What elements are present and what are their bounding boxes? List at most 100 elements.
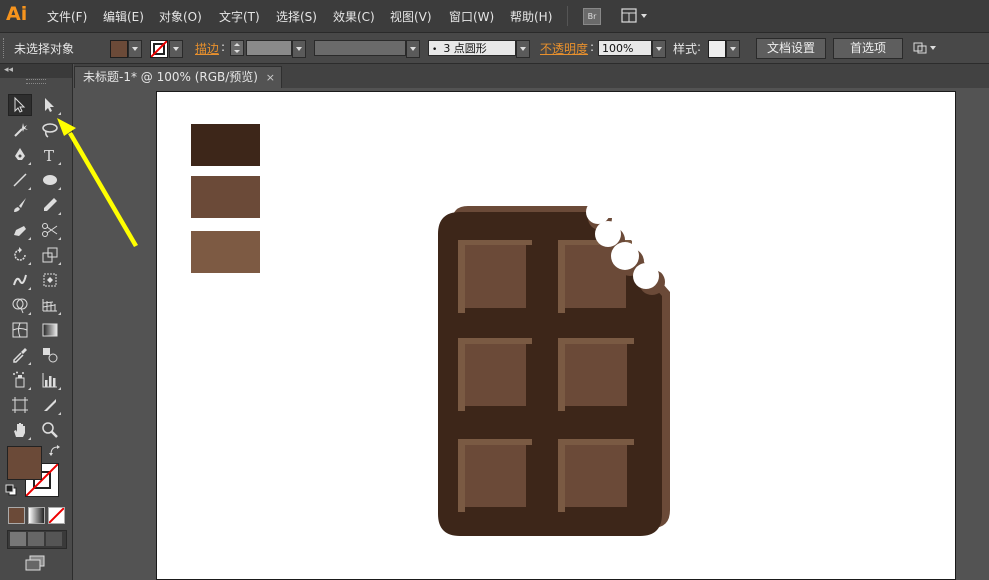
- workspace-icon: [621, 8, 647, 23]
- stroke-weight-dropdown[interactable]: [292, 40, 306, 58]
- blend-icon: [43, 348, 58, 363]
- perspective-grid-tool[interactable]: [38, 294, 62, 316]
- eyedropper-tool[interactable]: [8, 344, 32, 366]
- menu-object[interactable]: 对象(O): [159, 8, 202, 25]
- rotate-icon: [14, 247, 26, 261]
- document-setup-button[interactable]: 文档设置: [756, 38, 826, 59]
- menu-window[interactable]: 窗口(W): [449, 8, 494, 25]
- collapse-icon[interactable]: ◂◂: [4, 65, 13, 75]
- artboard[interactable]: [156, 91, 956, 580]
- menu-edit[interactable]: 编辑(E): [103, 8, 144, 25]
- tools-grip[interactable]: [26, 79, 46, 84]
- mesh-tool[interactable]: [8, 319, 32, 341]
- menu-file[interactable]: 文件(F): [47, 8, 87, 25]
- opacity-field[interactable]: 100%: [598, 40, 652, 56]
- swap-fill-stroke-button[interactable]: [48, 444, 62, 458]
- lasso-tool[interactable]: [38, 119, 62, 141]
- menu-bar: Ai 文件(F) 编辑(E) 对象(O) 文字(T) 选择(S) 效果(C) 视…: [0, 0, 989, 33]
- type-tool[interactable]: T: [38, 144, 62, 166]
- pencil-tool[interactable]: [38, 194, 62, 216]
- document-tab-strip: 未标题-1* @ 100% (RGB/预览) ×: [74, 64, 989, 88]
- column-graph-tool[interactable]: [38, 369, 62, 391]
- draw-behind-button[interactable]: [28, 532, 44, 546]
- profile-dropdown[interactable]: [406, 40, 420, 58]
- warp-icon: [13, 274, 27, 286]
- selection-tool[interactable]: [8, 94, 32, 116]
- slice-tool[interactable]: [38, 394, 62, 416]
- bridge-button[interactable]: Br: [583, 8, 601, 25]
- style-label: 样式: [673, 42, 698, 56]
- preferences-button[interactable]: 首选项: [833, 38, 903, 59]
- panel-grip[interactable]: [3, 38, 7, 58]
- brush-dropdown[interactable]: [516, 40, 530, 58]
- arrange-documents-button[interactable]: [911, 40, 943, 56]
- zoom-tool[interactable]: [38, 419, 62, 441]
- magic-wand-tool[interactable]: [8, 119, 32, 141]
- document-tab[interactable]: 未标题-1* @ 100% (RGB/预览) ×: [74, 66, 282, 88]
- brush-definition[interactable]: • 3 点圆形: [428, 40, 516, 56]
- default-colors-icon: [5, 484, 17, 496]
- tools-panel: ◂◂ T: [0, 64, 73, 580]
- menu-effect[interactable]: 效果(C): [333, 8, 375, 25]
- brush-dot-icon: •: [432, 45, 438, 55]
- opacity-dropdown[interactable]: [652, 40, 666, 58]
- blob-brush-tool[interactable]: [8, 219, 32, 241]
- fill-swatch[interactable]: [110, 40, 128, 58]
- scissors-icon: [42, 223, 58, 237]
- draw-normal-button[interactable]: [10, 532, 26, 546]
- opacity-label[interactable]: 不透明度: [540, 40, 588, 57]
- scale-tool[interactable]: [38, 244, 62, 266]
- hand-tool[interactable]: [8, 419, 32, 441]
- shape-builder-tool[interactable]: [8, 294, 32, 316]
- stroke-label[interactable]: 描边: [195, 40, 219, 57]
- paintbrush-tool[interactable]: [8, 194, 32, 216]
- menu-divider: [567, 6, 568, 26]
- pen-tool[interactable]: [8, 144, 32, 166]
- stroke-dropdown[interactable]: [169, 40, 183, 58]
- gradient-mode-button[interactable]: [28, 507, 45, 524]
- default-colors-button[interactable]: [5, 484, 17, 496]
- gradient-tool[interactable]: [38, 319, 62, 341]
- screen-mode-button[interactable]: [24, 554, 46, 572]
- fill-color-box[interactable]: [7, 446, 42, 480]
- app-logo: Ai: [6, 3, 28, 25]
- stroke-swatch[interactable]: [150, 40, 168, 58]
- menu-select[interactable]: 选择(S): [276, 8, 317, 25]
- slice-icon: [44, 399, 56, 411]
- magic-wand-icon: [14, 123, 28, 137]
- workspace-switcher-button[interactable]: [621, 7, 651, 25]
- gradient-icon: [42, 323, 58, 337]
- menu-type[interactable]: 文字(T): [219, 8, 260, 25]
- variable-width-profile[interactable]: [314, 40, 406, 56]
- symbol-sprayer-tool[interactable]: [8, 369, 32, 391]
- menu-help[interactable]: 帮助(H): [510, 8, 552, 25]
- style-swatch[interactable]: [708, 40, 726, 58]
- type-icon: T: [44, 147, 54, 164]
- screen-mode-icon: [25, 555, 45, 571]
- free-transform-tool[interactable]: [38, 269, 62, 291]
- none-mode-button[interactable]: [48, 507, 65, 524]
- direct-selection-arrow-icon: [45, 98, 54, 112]
- direct-selection-tool[interactable]: [38, 94, 62, 116]
- tools-panel-header: ◂◂: [0, 64, 72, 78]
- draw-inside-button[interactable]: [46, 532, 62, 546]
- pen-icon: [15, 148, 25, 160]
- fill-dropdown[interactable]: [128, 40, 142, 58]
- selection-arrow-icon: [14, 96, 26, 113]
- style-dropdown[interactable]: [726, 40, 740, 58]
- warp-tool[interactable]: [8, 269, 32, 291]
- menu-view[interactable]: 视图(V): [390, 8, 432, 25]
- stroke-weight-stepper[interactable]: [230, 40, 244, 56]
- close-tab-button[interactable]: ×: [266, 67, 275, 88]
- ellipse-tool[interactable]: [38, 169, 62, 191]
- rotate-tool[interactable]: [8, 244, 32, 266]
- line-segment-tool[interactable]: [8, 169, 32, 191]
- scissors-tool[interactable]: [38, 219, 62, 241]
- drawing-modes: [7, 530, 67, 549]
- stroke-weight-field[interactable]: [246, 40, 292, 56]
- artboard-tool[interactable]: [8, 394, 32, 416]
- color-mode-button[interactable]: [8, 507, 25, 524]
- column-graph-icon: [42, 373, 57, 388]
- mesh-icon: [12, 322, 28, 338]
- blend-tool[interactable]: [38, 344, 62, 366]
